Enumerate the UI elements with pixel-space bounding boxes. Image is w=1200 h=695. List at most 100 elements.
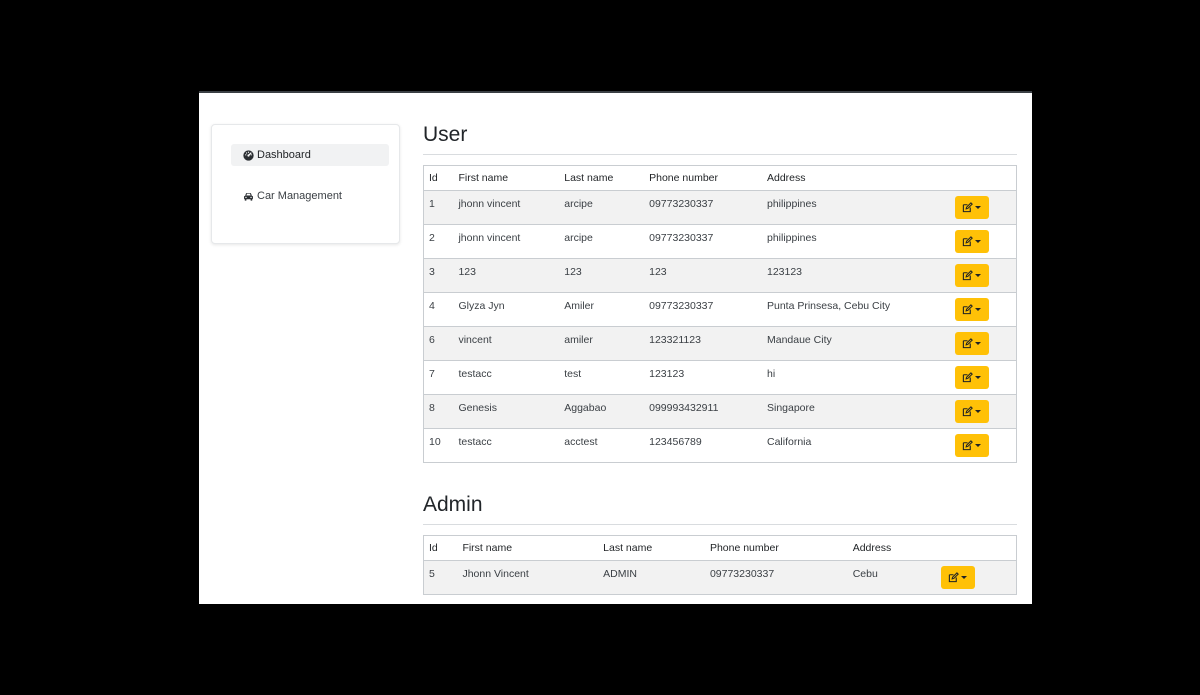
cell-last-name: Aggabao: [559, 394, 645, 429]
chevron-down-icon: [975, 410, 982, 413]
column-header-phone: Phone number: [644, 165, 762, 191]
cell-phone: 09773230337: [704, 560, 848, 595]
cell-phone: 09773230337: [644, 224, 762, 259]
cell-first-name: testacc: [453, 360, 560, 395]
cell-actions: [949, 360, 1017, 395]
cell-phone: 123456789: [644, 428, 762, 463]
cell-actions: [949, 428, 1017, 463]
sidebar-item-label: Dashboard: [257, 149, 311, 161]
edit-icon: [962, 304, 973, 315]
cell-phone: 09773230337: [644, 190, 762, 225]
table-row: 3 123 123 123 123123: [423, 258, 1017, 293]
sidebar-item-dashboard[interactable]: Dashboard: [231, 144, 389, 166]
edit-icon: [948, 572, 959, 583]
column-header-first-name: First name: [453, 165, 560, 191]
table-row: 2 jhonn vincent arcipe 09773230337 philippin…: [423, 224, 1017, 259]
cell-last-name: 123: [559, 258, 645, 293]
edit-icon: [962, 406, 973, 417]
table-row: 8 Genesis Aggabao 099993432911 Singapore: [423, 394, 1017, 429]
edit-dropdown-button[interactable]: [954, 196, 989, 219]
cell-address: California: [761, 428, 950, 463]
edit-dropdown-button[interactable]: [954, 332, 989, 355]
cell-address: Singapore: [761, 394, 950, 429]
edit-dropdown-button[interactable]: [954, 230, 989, 253]
column-header-last-name: Last name: [598, 535, 705, 561]
chevron-down-icon: [961, 576, 968, 579]
chevron-down-icon: [975, 206, 982, 209]
cell-last-name: Amiler: [559, 292, 645, 327]
cell-id: 5: [423, 560, 458, 595]
cell-first-name: Jhonn Vincent: [457, 560, 599, 595]
cell-first-name: Genesis: [453, 394, 560, 429]
cell-id: 10: [423, 428, 454, 463]
edit-icon: [962, 236, 973, 247]
cell-first-name: testacc: [453, 428, 560, 463]
cell-last-name: test: [559, 360, 645, 395]
cell-address: 123123: [761, 258, 950, 293]
edit-icon: [962, 338, 973, 349]
cell-first-name: jhonn vincent: [453, 224, 560, 259]
sidebar-item-label: Car Management: [257, 190, 342, 202]
cell-first-name: Glyza Jyn: [453, 292, 560, 327]
sidebar-item-car-management[interactable]: Car Management: [231, 185, 389, 207]
column-header-actions: [935, 535, 1017, 561]
cell-last-name: acctest: [559, 428, 645, 463]
table-row: 10 testacc acctest 123456789 California: [423, 428, 1017, 463]
column-header-phone: Phone number: [704, 535, 848, 561]
dashboard-icon: [243, 149, 254, 161]
cell-last-name: arcipe: [559, 224, 645, 259]
cell-address: philippines: [761, 190, 950, 225]
table-header-row: Id First name Last name Phone number Add…: [423, 535, 1017, 561]
cell-last-name: arcipe: [559, 190, 645, 225]
admin-section-title: Admin: [423, 493, 483, 516]
admin-table: Id First name Last name Phone number Add…: [423, 535, 1017, 595]
edit-dropdown-button[interactable]: [954, 434, 989, 457]
edit-dropdown-button[interactable]: [954, 264, 989, 287]
cell-actions: [949, 258, 1017, 293]
column-header-address: Address: [847, 535, 936, 561]
cell-address: Punta Prinsesa, Cebu City: [761, 292, 950, 327]
cell-id: 7: [423, 360, 454, 395]
edit-icon: [962, 202, 973, 213]
edit-dropdown-button[interactable]: [954, 366, 989, 389]
cell-address: philippines: [761, 224, 950, 259]
cell-actions: [949, 394, 1017, 429]
column-header-last-name: Last name: [559, 165, 645, 191]
cell-actions: [949, 326, 1017, 361]
car-icon: [243, 191, 254, 202]
divider: [423, 154, 1017, 155]
user-section-title: User: [423, 123, 468, 146]
edit-dropdown-button[interactable]: [954, 298, 989, 321]
cell-id: 4: [423, 292, 454, 327]
edit-icon: [962, 270, 973, 281]
table-header-row: Id First name Last name Phone number Add…: [423, 165, 1017, 191]
user-table: Id First name Last name Phone number Add…: [423, 165, 1017, 463]
cell-actions: [949, 292, 1017, 327]
chevron-down-icon: [975, 274, 982, 277]
cell-id: 6: [423, 326, 454, 361]
chevron-down-icon: [975, 342, 982, 345]
cell-phone: 123123: [644, 360, 762, 395]
cell-actions: [949, 190, 1017, 225]
edit-dropdown-button[interactable]: [940, 566, 975, 589]
cell-phone: 123321123: [644, 326, 762, 361]
table-row: 1 jhonn vincent arcipe 09773230337 philippin…: [423, 190, 1017, 225]
cell-first-name: 123: [453, 258, 560, 293]
cell-phone: 099993432911: [644, 394, 762, 429]
cell-id: 1: [423, 190, 454, 225]
edit-dropdown-button[interactable]: [954, 400, 989, 423]
cell-address: Cebu: [847, 560, 936, 595]
cell-id: 2: [423, 224, 454, 259]
sidebar: Dashboard Car Management: [211, 124, 400, 244]
table-row: 7 testacc test 123123 hi: [423, 360, 1017, 395]
table-row: 6 vincent amiler 123321123 Mandaue City: [423, 326, 1017, 361]
cell-id: 3: [423, 258, 454, 293]
app-window: Dashboard Car Management User Id First n…: [199, 91, 1032, 604]
chevron-down-icon: [975, 444, 982, 447]
table-row: 5 Jhonn Vincent ADMIN 09773230337 Cebu: [423, 560, 1017, 595]
cell-phone: 123: [644, 258, 762, 293]
divider: [423, 524, 1017, 525]
chevron-down-icon: [975, 376, 982, 379]
cell-first-name: vincent: [453, 326, 560, 361]
table-row: 4 Glyza Jyn Amiler 09773230337 Punta Prinses…: [423, 292, 1017, 327]
